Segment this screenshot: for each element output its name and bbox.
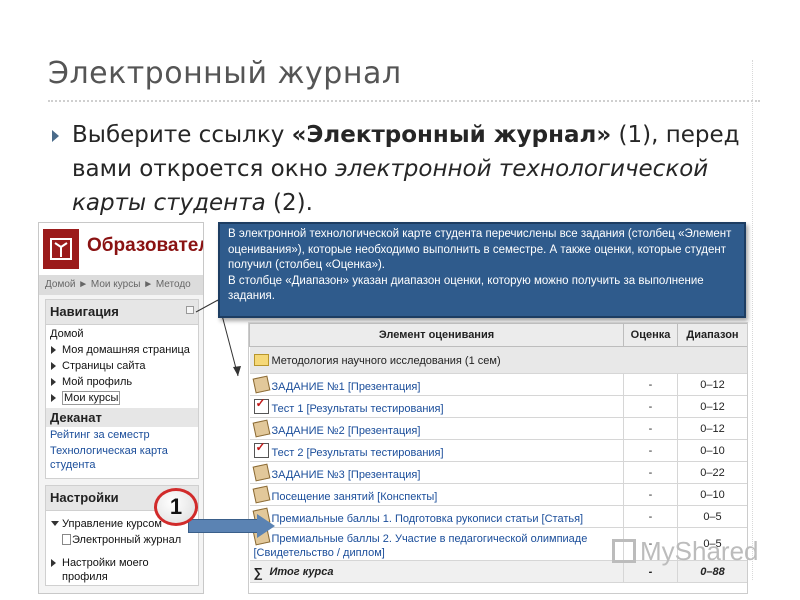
range-cell: 0–22: [677, 461, 747, 484]
grade-item-link[interactable]: ЗАДАНИЕ №2 [Презентация]: [272, 425, 421, 437]
grade-item-link[interactable]: ЗАДАНИЕ №1 [Презентация]: [272, 381, 421, 393]
col-header-item[interactable]: Элемент оценивания: [249, 323, 624, 347]
grade-cell: -: [623, 505, 678, 528]
range-cell: 0–12: [677, 395, 747, 418]
grade-item-link[interactable]: Тест 1 [Результаты тестирования]: [272, 403, 444, 415]
assignment-icon: [252, 419, 270, 437]
category-row: Методология научного исследования (1 сем…: [249, 346, 747, 374]
category-name: Методология научного исследования (1 сем…: [271, 354, 501, 367]
range-cell: 0–10: [677, 439, 747, 462]
callout-text-2: В столбце «Диапазон» указан диапазон оце…: [228, 274, 704, 303]
col-header-grade[interactable]: Оценка: [623, 323, 678, 347]
pointer-arrow-body: [188, 519, 258, 533]
test-icon: [253, 396, 269, 414]
grade-item-link[interactable]: ЗАДАНИЕ №3 [Презентация]: [272, 469, 421, 481]
table-row: ЗАДАНИЕ №3 [Презентация] - 0–22: [249, 461, 747, 484]
grade-item-link[interactable]: Премиальные баллы 1. Подготовка рукописи…: [272, 513, 584, 525]
table-row: Тест 1 [Результаты тестирования] - 0–12: [249, 395, 747, 418]
grade-item-link[interactable]: Премиальные баллы 2. Участие в педагогич…: [272, 533, 588, 545]
table-row: ЗАДАНИЕ №2 [Презентация] - 0–12: [249, 417, 747, 440]
range-cell: 0–10: [677, 483, 747, 506]
table-row: Посещение занятий [Конспекты] - 0–10: [249, 483, 747, 506]
col-header-range[interactable]: Диапазон: [677, 323, 747, 347]
assignment-icon: [252, 463, 270, 481]
total-label: Итог курса: [269, 566, 334, 578]
grade-item-link[interactable]: Посещение занятий [Конспекты]: [272, 491, 438, 503]
test-icon: [253, 440, 269, 458]
step-marker: 1: [154, 488, 198, 526]
grade-cell: -: [623, 395, 678, 418]
table-row: ЗАДАНИЕ №1 [Презентация] - 0–12: [249, 373, 747, 396]
grade-item-link-cont[interactable]: [Свидетельство / диплом]: [254, 547, 385, 559]
table-row: Тест 2 [Результаты тестирования] - 0–10: [249, 439, 747, 462]
range-cell: 0–12: [677, 417, 747, 440]
folder-icon: [253, 353, 269, 366]
grade-item-link[interactable]: Тест 2 [Результаты тестирования]: [272, 447, 444, 459]
assignment-icon: [252, 375, 270, 393]
table-row: Премиальные баллы 1. Подготовка рукописи…: [249, 505, 747, 528]
watermark-text: MyShared: [640, 536, 759, 566]
assignment-icon: [252, 485, 270, 503]
range-cell: 0–5: [677, 505, 747, 528]
sum-icon: ∑: [253, 565, 263, 580]
watermark-logo-icon: [612, 539, 636, 563]
grade-cell: -: [623, 439, 678, 462]
watermark: MyShared: [612, 536, 759, 567]
grade-cell: -: [623, 417, 678, 440]
pointer-arrow-icon: [257, 514, 275, 538]
grade-cell: -: [623, 461, 678, 484]
table-header-row: Элемент оценивания Оценка Диапазон: [249, 323, 747, 347]
range-cell: 0–12: [677, 373, 747, 396]
grade-cell: -: [623, 483, 678, 506]
grade-cell: -: [623, 373, 678, 396]
callout-text-1: В электронной технологической карте студ…: [228, 228, 732, 271]
info-callout: В электронной технологической карте студ…: [218, 222, 746, 318]
